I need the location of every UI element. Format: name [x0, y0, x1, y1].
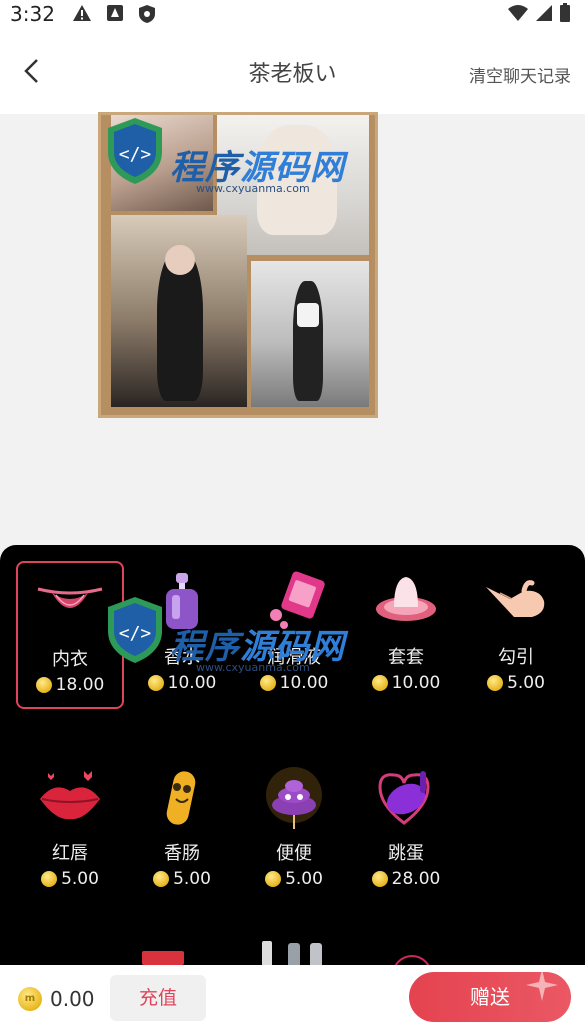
- coin-icon: [259, 675, 276, 691]
- gift-price: 10.00: [352, 673, 460, 693]
- coin-icon: [265, 871, 282, 887]
- chat-image-message[interactable]: [98, 112, 378, 418]
- gift-item-condom[interactable]: 套套 10.00: [352, 561, 460, 709]
- gift-name: 套套: [388, 647, 424, 668]
- poop-icon: [266, 767, 322, 829]
- coin-icon: [371, 675, 388, 691]
- lingerie-icon: [37, 587, 103, 608]
- shield-icon: [139, 5, 155, 23]
- wifi-icon: [508, 5, 528, 21]
- gift-name: 勾引: [498, 647, 534, 668]
- partial-gift-icon: [142, 951, 184, 965]
- coin-icon: [371, 871, 388, 887]
- status-notification-icons: [72, 4, 156, 24]
- vibrator-egg-icon: [378, 771, 430, 825]
- coin-icon: [147, 675, 164, 691]
- gift-price: 5.00: [240, 869, 348, 889]
- gift-name: 便便: [276, 843, 312, 864]
- photo-tile: [251, 261, 369, 407]
- gift-name: 香肠: [164, 843, 200, 864]
- gift-item-red-lips[interactable]: 红唇 5.00: [16, 757, 124, 905]
- partial-gift-icon: [392, 955, 432, 965]
- gift-item-lingerie[interactable]: 内衣 18.00: [16, 561, 124, 709]
- status-bar: 3:32: [0, 0, 585, 28]
- app-notification-icon: [107, 5, 123, 21]
- perfume-icon: [166, 573, 198, 629]
- sausage-icon: [166, 771, 196, 825]
- gift-name: 香水: [164, 647, 200, 668]
- coin-balance: 0.00: [50, 987, 95, 1011]
- gift-name: 润滑液: [267, 647, 321, 668]
- partial-gift-icon: [310, 943, 322, 965]
- gift-price: 28.00: [352, 869, 460, 889]
- partial-gift-icon: [288, 943, 300, 965]
- gift-item-beckon[interactable]: 勾引 5.00: [462, 561, 570, 709]
- gift-price: 5.00: [128, 869, 236, 889]
- red-lips-icon: [40, 771, 100, 820]
- gift-item-poop[interactable]: 便便 5.00: [240, 757, 348, 905]
- sparkle-icon: [526, 969, 558, 1001]
- coin-icon: [487, 675, 504, 691]
- gift-name: 红唇: [52, 843, 88, 864]
- photo-tile: [111, 115, 213, 211]
- coin-icon: [35, 677, 52, 693]
- warning-icon: [73, 5, 91, 21]
- status-time: 3:32: [10, 2, 55, 26]
- gift-price: 18.00: [18, 675, 122, 695]
- battery-icon: [560, 3, 570, 22]
- partial-gift-icon: [262, 941, 272, 965]
- gift-price: 5.00: [16, 869, 124, 889]
- gift-item-perfume[interactable]: 香水 10.00: [128, 561, 236, 709]
- photo-tile: [111, 215, 247, 407]
- coin-icon: m: [18, 987, 42, 1011]
- beckon-hand-icon: [486, 580, 545, 617]
- gift-item-vibrator-egg[interactable]: 跳蛋 28.00: [352, 757, 460, 905]
- gift-footer: m 0.00 充值 赠送: [0, 965, 585, 1024]
- gift-panel: 内衣 18.00 香水 10.00 润滑液 10.00 套套 10.00 勾引 …: [0, 545, 585, 965]
- gift-name: 跳蛋: [388, 843, 424, 864]
- lubricant-icon: [270, 571, 325, 629]
- gift-price: 5.00: [462, 673, 570, 693]
- chat-header: 茶老板い 清空聊天记录: [0, 28, 585, 114]
- gift-price: 10.00: [128, 673, 236, 693]
- clear-chat-history-button[interactable]: 清空聊天记录: [469, 62, 571, 87]
- recharge-button[interactable]: 充值: [110, 975, 206, 1021]
- gift-item-lubricant[interactable]: 润滑液 10.00: [240, 561, 348, 709]
- gift-row-partial: [0, 933, 585, 965]
- gift-item-sausage[interactable]: 香肠 5.00: [128, 757, 236, 905]
- coin-icon: [41, 871, 58, 887]
- gift-name: 内衣: [52, 649, 88, 670]
- signal-icon: [536, 5, 552, 21]
- gift-price: 10.00: [240, 673, 348, 693]
- coin-icon: [153, 871, 170, 887]
- condom-icon: [376, 577, 436, 621]
- status-system-icons: [507, 3, 571, 23]
